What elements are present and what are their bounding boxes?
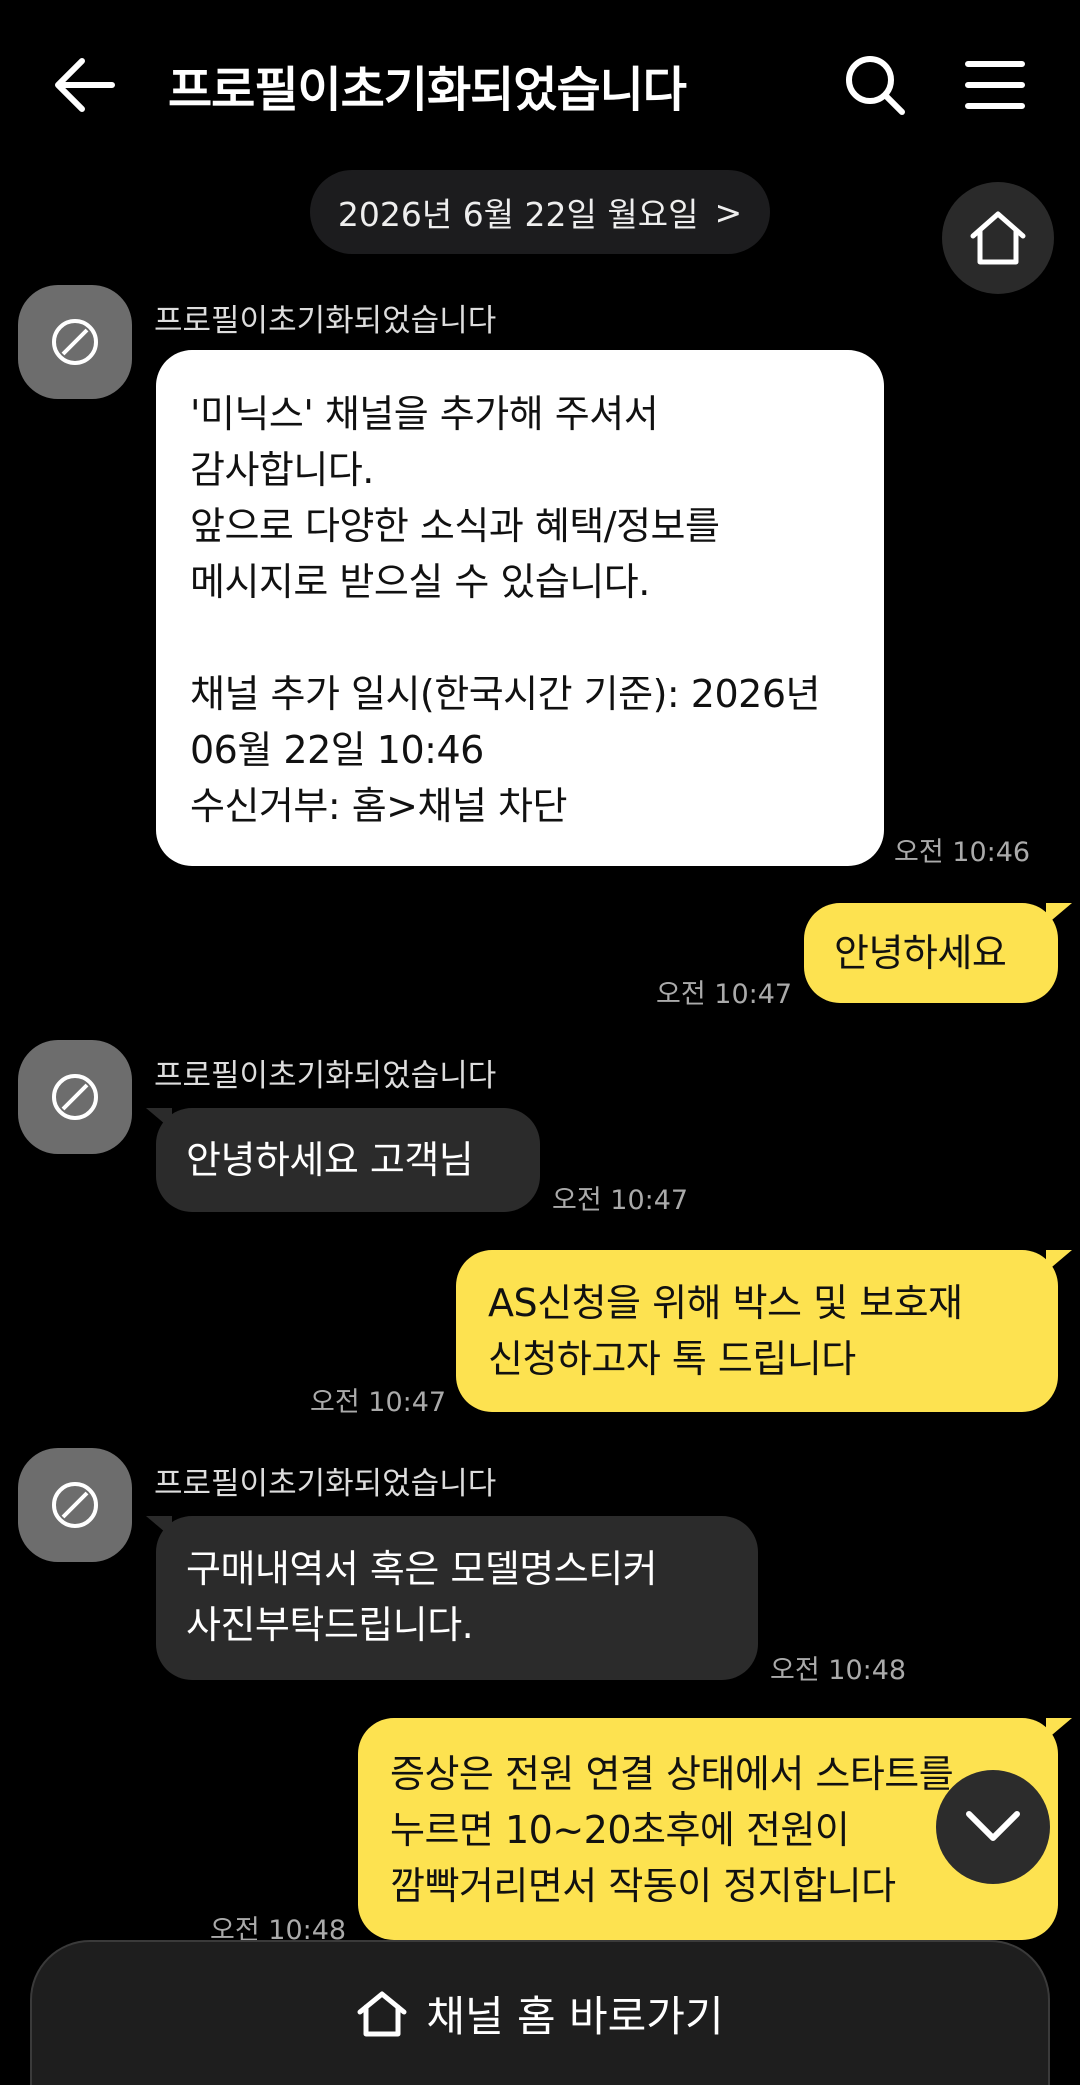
- avatar[interactable]: [18, 1040, 132, 1154]
- back-button[interactable]: [40, 40, 130, 130]
- received-message-bubble[interactable]: 구매내역서 혹은 모델명스티커 사진부탁드립니다.: [156, 1516, 758, 1680]
- bubble-tail: [146, 1108, 172, 1130]
- sender-name: 프로필이초기화되었습니다: [154, 303, 497, 339]
- blocked-profile-icon: [52, 319, 98, 365]
- bubble-tail: [1046, 903, 1072, 925]
- sender-name: 프로필이초기화되었습니다: [154, 1466, 497, 1502]
- search-icon: [846, 56, 905, 115]
- message-time: 오전 10:47: [310, 1387, 447, 1418]
- message-time: 오전 10:48: [770, 1655, 907, 1686]
- date-label: 2026년 6월 22일 월요일: [337, 195, 699, 234]
- blocked-profile-icon: [52, 1482, 98, 1528]
- arrow-left-icon: [55, 58, 115, 112]
- sent-message-bubble[interactable]: AS신청을 위해 박스 및 보호재 신청하고자 톡 드립니다: [456, 1250, 1058, 1412]
- bubble-tail: [1046, 1718, 1072, 1740]
- sent-message-bubble[interactable]: 안녕하세요: [804, 903, 1058, 1003]
- avatar[interactable]: [18, 1448, 132, 1562]
- channel-home-float-button[interactable]: [942, 182, 1054, 294]
- sender-name: 프로필이초기화되었습니다: [154, 1058, 497, 1094]
- notice-message-bubble[interactable]: '미닉스' 채널을 추가해 주셔서 감사합니다. 앞으로 다양한 소식과 혜택/…: [156, 350, 884, 866]
- bubble-tail: [146, 1516, 172, 1538]
- home-icon: [970, 211, 1026, 265]
- home-icon: [357, 1991, 407, 2036]
- search-button[interactable]: [830, 40, 920, 130]
- channel-home-shortcut-button[interactable]: 채널 홈 바로가기: [30, 1940, 1050, 2085]
- chevron-down-icon: [966, 1811, 1020, 1841]
- channel-home-label: 채널 홈 바로가기: [426, 1992, 724, 2041]
- message-time: 오전 10:47: [656, 979, 793, 1010]
- header: 프로필이초기화되었습니다: [0, 0, 1080, 170]
- blocked-profile-icon: [52, 1074, 98, 1120]
- bubble-tail: [1046, 1250, 1072, 1272]
- avatar[interactable]: [18, 285, 132, 399]
- received-message-bubble[interactable]: 안녕하세요 고객님: [156, 1108, 540, 1212]
- menu-button[interactable]: [950, 40, 1040, 130]
- chat-screen: 프로필이초기화되었습니다 2026년 6월 22일 월요일 > 프로필이초기화되…: [0, 0, 1080, 2085]
- message-time: 오전 10:47: [552, 1185, 689, 1216]
- chat-title: 프로필이초기화되었습니다: [168, 62, 687, 118]
- chevron-right-icon: >: [714, 192, 743, 232]
- date-pill[interactable]: 2026년 6월 22일 월요일 >: [310, 170, 770, 254]
- scroll-to-bottom-button[interactable]: [936, 1770, 1050, 1884]
- message-time: 오전 10:46: [894, 837, 1031, 868]
- hamburger-menu-icon: [965, 61, 1025, 109]
